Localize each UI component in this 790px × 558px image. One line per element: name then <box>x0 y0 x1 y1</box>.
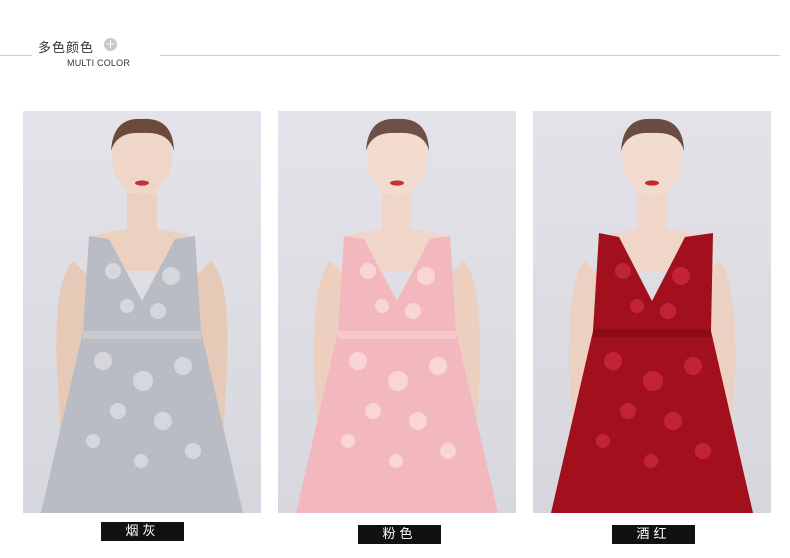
product-photo-wine-red[interactable] <box>533 111 771 513</box>
section-title: 多色颜色 <box>38 41 95 56</box>
color-label-pink: 粉色 <box>358 525 441 544</box>
plus-icon: + <box>104 37 117 51</box>
color-label-wine-red: 酒红 <box>612 525 695 544</box>
product-photo-pink[interactable] <box>278 111 516 513</box>
header-divider-right <box>160 55 780 56</box>
color-label-grey: 烟灰 <box>101 522 184 541</box>
product-photo-grey[interactable] <box>23 111 261 513</box>
section-subtitle: MULTI COLOR <box>67 58 131 68</box>
header-divider-left <box>0 55 32 56</box>
